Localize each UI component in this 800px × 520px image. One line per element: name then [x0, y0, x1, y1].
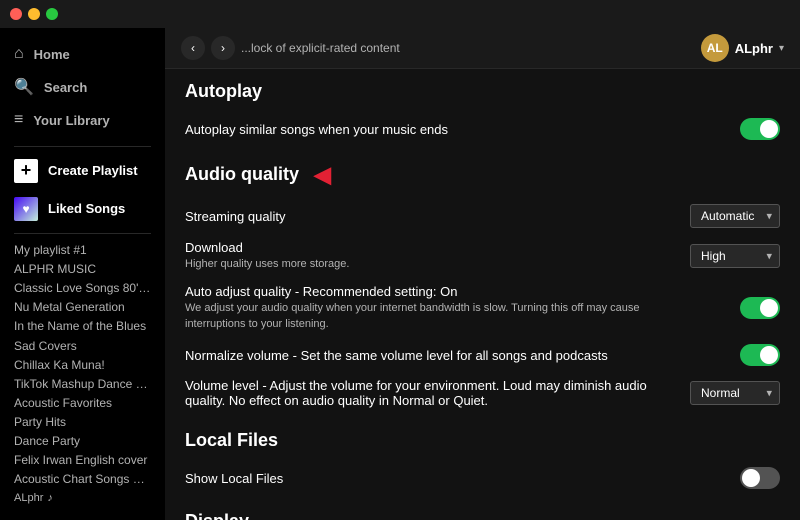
streaming-quality-select[interactable]: Automatic Very High High Normal Low	[690, 204, 780, 228]
download-quality-select[interactable]: High Very High Normal Low	[690, 244, 780, 268]
auto-adjust-label: Auto adjust quality - Recommended settin…	[185, 284, 457, 299]
auto-adjust-info: Auto adjust quality - Recommended settin…	[185, 284, 730, 332]
create-playlist-button[interactable]: + Create Playlist	[0, 152, 165, 190]
footer-username: ALphr	[14, 492, 43, 504]
download-quality-desc: Higher quality uses more storage.	[185, 257, 665, 272]
download-quality-select-wrapper: High Very High Normal Low	[690, 244, 780, 268]
playlist-item[interactable]: In the Name of the Blues	[0, 314, 165, 333]
audio-quality-title: Audio quality ◀	[185, 162, 780, 188]
avatar: AL	[701, 34, 729, 62]
streaming-quality-select-wrapper: Automatic Very High High Normal Low	[690, 204, 780, 228]
local-files-section: Local Files Show Local Files	[185, 430, 780, 495]
playlist-item[interactable]: Acoustic Chart Songs 2021...	[0, 467, 165, 486]
local-files-title: Local Files	[185, 430, 780, 451]
search-icon: 🔍	[14, 77, 34, 97]
sidebar: ⌂ Home 🔍 Search ≡ Your Library + Create …	[0, 28, 165, 520]
download-quality-info: Download Higher quality uses more storag…	[185, 240, 680, 272]
app-body: ⌂ Home 🔍 Search ≡ Your Library + Create …	[0, 28, 800, 520]
main-content: ‹ › ...lock of explicit-rated content AL…	[165, 28, 800, 520]
playlist-item[interactable]: Chillax Ka Muna!	[0, 353, 165, 372]
sidebar-item-library-label: Your Library	[33, 113, 109, 128]
liked-songs-button[interactable]: ♥ Liked Songs	[0, 190, 165, 228]
home-icon: ⌂	[14, 45, 24, 63]
sidebar-footer: ALphr ♪	[0, 486, 165, 510]
auto-adjust-desc: We adjust your audio quality when your i…	[185, 301, 665, 332]
autoplay-info: Autoplay similar songs when your music e…	[185, 122, 730, 137]
window-controls	[10, 8, 58, 20]
volume-level-select-wrapper: Normal Loud Quiet	[690, 381, 780, 405]
local-files-row: Show Local Files	[185, 461, 780, 495]
nav-arrows: ‹ › ...lock of explicit-rated content	[181, 36, 400, 60]
explicit-content-label: ...lock of explicit-rated content	[241, 41, 400, 55]
streaming-quality-label: Streaming quality	[185, 209, 285, 224]
local-files-label: Show Local Files	[185, 471, 283, 486]
audio-quality-section: Audio quality ◀ Streaming quality Automa…	[185, 162, 780, 414]
back-button[interactable]: ‹	[181, 36, 205, 60]
library-icon: ≡	[14, 111, 23, 129]
titlebar	[0, 0, 800, 28]
red-arrow-icon: ◀	[314, 162, 331, 188]
display-title: Display	[185, 511, 780, 520]
autoplay-title: Autoplay	[185, 81, 780, 102]
normalize-toggle[interactable]	[740, 344, 780, 366]
autoplay-label: Autoplay similar songs when your music e…	[185, 122, 448, 137]
local-files-toggle-slider	[740, 467, 780, 489]
auto-adjust-toggle-slider	[740, 297, 780, 319]
autoplay-row: Autoplay similar songs when your music e…	[185, 112, 780, 146]
user-area[interactable]: AL ALphr ▾	[701, 34, 784, 62]
local-files-info: Show Local Files	[185, 471, 730, 486]
autoplay-section: Autoplay Autoplay similar songs when you…	[185, 81, 780, 146]
liked-songs-label: Liked Songs	[48, 201, 125, 216]
sidebar-item-library[interactable]: ≡ Your Library	[0, 104, 165, 136]
username-label: ALphr	[735, 41, 773, 56]
top-bar: ‹ › ...lock of explicit-rated content AL…	[165, 28, 800, 69]
local-files-toggle[interactable]	[740, 467, 780, 489]
create-playlist-label: Create Playlist	[48, 163, 138, 178]
normalize-volume-info: Normalize volume - Set the same volume l…	[185, 348, 730, 363]
volume-level-info: Volume level - Adjust the volume for you…	[185, 378, 680, 408]
music-note-icon: ♪	[47, 492, 53, 504]
playlist-item[interactable]: TikTok Mashup Dance Craze...	[0, 372, 165, 391]
playlist-item[interactable]: Sad Covers	[0, 334, 165, 353]
forward-button[interactable]: ›	[211, 36, 235, 60]
sidebar-divider-2	[14, 233, 151, 234]
sidebar-item-home-label: Home	[34, 47, 70, 62]
normalize-toggle-slider	[740, 344, 780, 366]
sidebar-item-home[interactable]: ⌂ Home	[0, 38, 165, 70]
sidebar-nav: ⌂ Home 🔍 Search ≡ Your Library	[0, 28, 165, 141]
normalize-volume-label: Normalize volume - Set the same volume l…	[185, 348, 608, 363]
plus-icon: +	[14, 159, 38, 183]
sidebar-item-search-label: Search	[44, 80, 87, 95]
autoplay-toggle-slider	[740, 118, 780, 140]
settings-content: Autoplay Autoplay similar songs when you…	[165, 69, 800, 520]
volume-level-label: Volume level - Adjust the volume for you…	[185, 378, 647, 408]
playlist-item[interactable]: Acoustic Favorites	[0, 391, 165, 410]
download-quality-row: Download Higher quality uses more storag…	[185, 234, 780, 278]
playlist-item[interactable]: Classic Love Songs 80's 90's	[0, 276, 165, 295]
volume-level-row: Volume level - Adjust the volume for you…	[185, 372, 780, 414]
autoplay-toggle[interactable]	[740, 118, 780, 140]
minimize-button[interactable]	[28, 8, 40, 20]
auto-adjust-row: Auto adjust quality - Recommended settin…	[185, 278, 780, 338]
close-button[interactable]	[10, 8, 22, 20]
playlist-item[interactable]: My playlist #1	[0, 238, 165, 257]
download-quality-label: Download	[185, 240, 243, 255]
playlist-item[interactable]: ALPHR MUSIC	[0, 257, 165, 276]
maximize-button[interactable]	[46, 8, 58, 20]
streaming-quality-info: Streaming quality	[185, 209, 680, 224]
sidebar-item-search[interactable]: 🔍 Search	[0, 70, 165, 104]
normalize-volume-row: Normalize volume - Set the same volume l…	[185, 338, 780, 372]
volume-level-select[interactable]: Normal Loud Quiet	[690, 381, 780, 405]
chevron-down-icon: ▾	[779, 43, 784, 54]
playlist-item[interactable]: Dance Party	[0, 429, 165, 448]
heart-icon: ♥	[14, 197, 38, 221]
sidebar-divider-1	[14, 146, 151, 147]
playlist-item[interactable]: Nu Metal Generation	[0, 295, 165, 314]
playlist-item[interactable]: Party Hits	[0, 410, 165, 429]
auto-adjust-toggle[interactable]	[740, 297, 780, 319]
playlist-item[interactable]: Felix Irwan English cover	[0, 448, 165, 467]
display-section: Display Show announcements about new rel…	[185, 511, 780, 520]
streaming-quality-row: Streaming quality Automatic Very High Hi…	[185, 198, 780, 234]
